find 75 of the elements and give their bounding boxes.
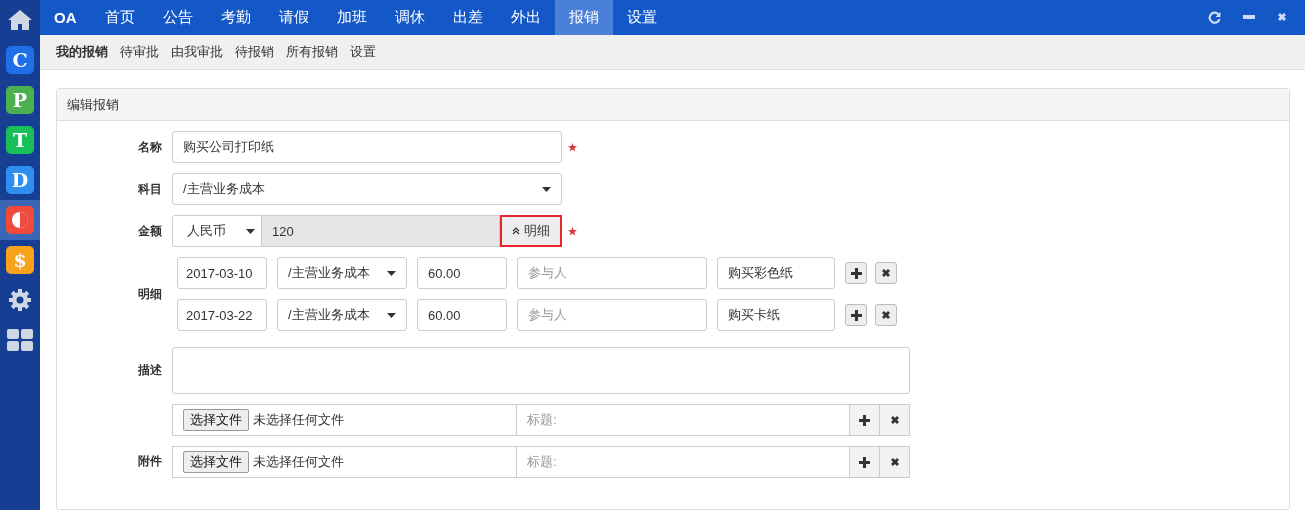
- remove-button[interactable]: [875, 262, 897, 284]
- nav-tab[interactable]: 公告: [148, 0, 207, 35]
- subject-select[interactable]: /主营业务成本: [172, 173, 562, 205]
- caret-icon: [387, 270, 396, 276]
- subnav-link[interactable]: 待报销: [235, 42, 274, 61]
- subnav-link[interactable]: 待审批: [120, 42, 159, 61]
- plus-icon: [859, 456, 870, 468]
- field-label: 金额: [137, 222, 163, 240]
- add-button[interactable]: [845, 262, 867, 284]
- subject-select[interactable]: /主营业务成本: [277, 257, 407, 289]
- field-label: 科目: [137, 180, 163, 198]
- description-field[interactable]: [172, 347, 910, 394]
- remove-button[interactable]: [879, 447, 909, 477]
- sidebar-item[interactable]: C: [0, 40, 40, 80]
- app-icon: D: [6, 166, 34, 194]
- detail-button[interactable]: 明细: [500, 215, 562, 247]
- name-field[interactable]: 购买公司打印纸: [172, 131, 562, 163]
- subject-select[interactable]: /主营业务成本: [277, 299, 407, 331]
- amount-field[interactable]: 60.00: [417, 299, 507, 331]
- choose-file-button[interactable]: 选择文件: [183, 409, 249, 431]
- close-icon: [889, 415, 900, 425]
- app-icon: C: [6, 46, 34, 74]
- nav-tab[interactable]: 调休: [380, 0, 439, 35]
- currency-select[interactable]: 人民币: [172, 215, 262, 247]
- subnav-link[interactable]: 设置: [350, 42, 376, 61]
- subnav-link[interactable]: 我的报销: [56, 42, 108, 61]
- caret-icon: [387, 312, 396, 318]
- minimize-icon[interactable]: [1243, 15, 1255, 20]
- file-status: 未选择任何文件: [253, 453, 344, 471]
- nav-tab[interactable]: 出差: [438, 0, 497, 35]
- caret-icon: [542, 186, 551, 192]
- nav-tab[interactable]: 首页: [90, 0, 149, 35]
- close-icon[interactable]: [1277, 12, 1287, 23]
- subnav-link[interactable]: 由我审批: [171, 42, 223, 61]
- close-icon: [881, 310, 891, 320]
- app-logo: OA: [53, 7, 78, 28]
- panel-title: 编辑报销: [67, 95, 119, 114]
- app-icon: T: [6, 126, 34, 154]
- file-status: 未选择任何文件: [253, 411, 344, 429]
- choose-file-button[interactable]: 选择文件: [183, 451, 249, 473]
- plus-icon: [850, 309, 862, 321]
- field-label: 附件: [137, 453, 163, 470]
- amount-field[interactable]: 120: [262, 215, 500, 247]
- chevron-up-icon: [512, 227, 520, 235]
- nav-tab[interactable]: 加班: [322, 0, 381, 35]
- field-label: 明细: [137, 285, 163, 303]
- amount-field[interactable]: 60.00: [417, 257, 507, 289]
- field-label: 描述: [137, 362, 163, 379]
- remove-button[interactable]: [879, 405, 909, 435]
- app-icon: $: [6, 246, 34, 274]
- subnav-link[interactable]: 所有报销: [286, 42, 338, 61]
- add-button[interactable]: [845, 304, 867, 326]
- plus-icon: [850, 267, 862, 279]
- add-button[interactable]: [849, 405, 879, 435]
- plus-icon: [859, 414, 870, 426]
- add-button[interactable]: [849, 447, 879, 477]
- nav-tab[interactable]: 外出: [496, 0, 555, 35]
- close-icon: [889, 457, 900, 467]
- home-icon: [7, 9, 33, 31]
- close-icon: [881, 268, 891, 278]
- note-field[interactable]: 购买彩色纸: [717, 257, 835, 289]
- note-field[interactable]: 购买卡纸: [717, 299, 835, 331]
- app-icon: P: [6, 86, 34, 114]
- grid-icon: [7, 329, 33, 351]
- remove-button[interactable]: [875, 304, 897, 326]
- date-field[interactable]: 2017-03-10: [177, 257, 267, 289]
- nav-tab[interactable]: 报销: [554, 0, 613, 35]
- caret-icon: [246, 228, 255, 234]
- refresh-icon[interactable]: [1208, 10, 1221, 24]
- nav-tab[interactable]: 请假: [264, 0, 323, 35]
- sidebar-item[interactable]: [0, 200, 40, 240]
- field-label: 名称: [137, 138, 163, 156]
- nav-tab[interactable]: 设置: [612, 0, 671, 35]
- nav-tab[interactable]: 考勤: [206, 0, 265, 35]
- date-field[interactable]: 2017-03-22: [177, 299, 267, 331]
